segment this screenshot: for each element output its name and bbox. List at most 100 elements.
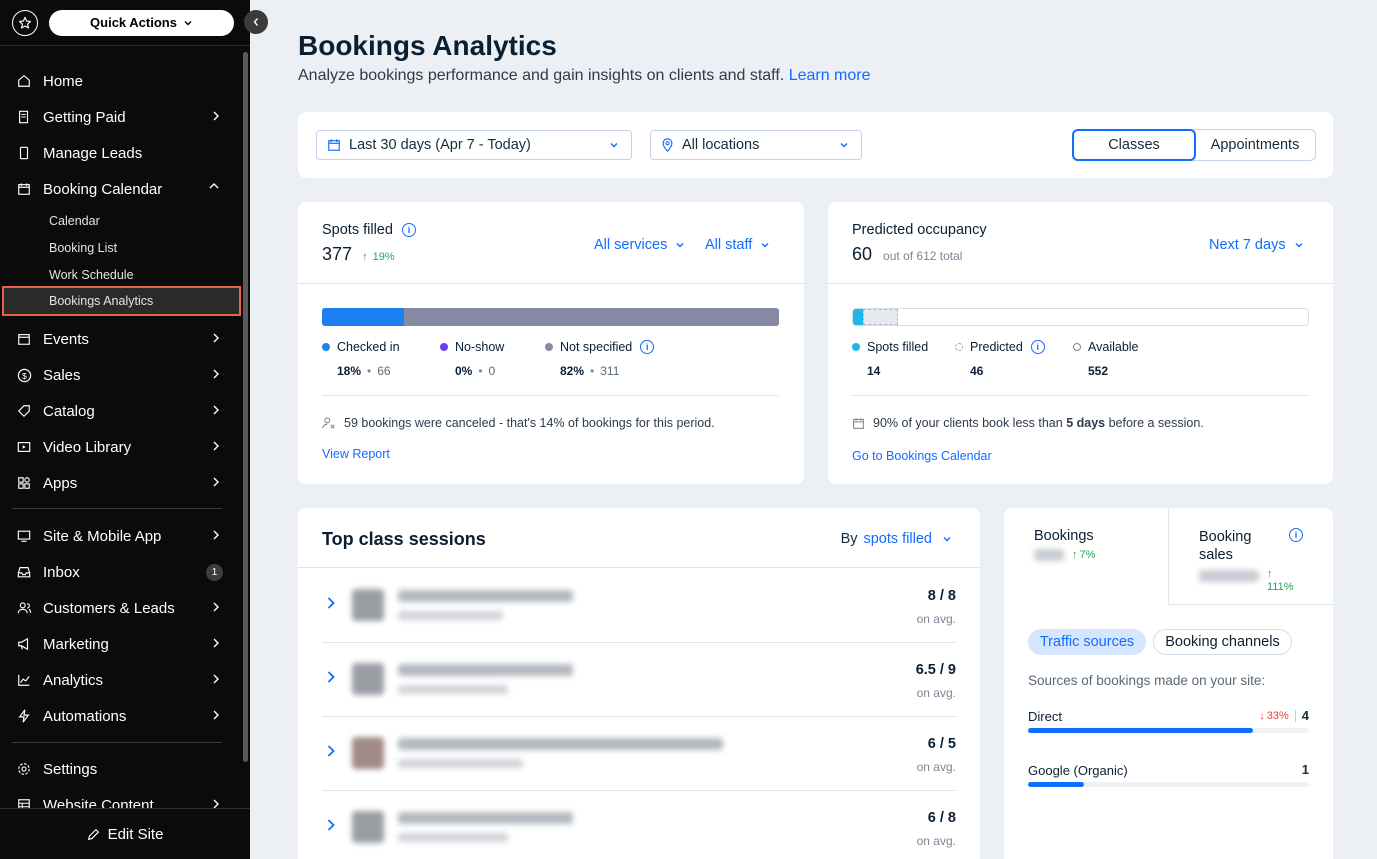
sidebar-item-settings[interactable]: Settings [0, 751, 240, 787]
divider [852, 395, 1309, 396]
chevron-down-icon [184, 20, 192, 25]
tab-traffic-sources[interactable]: Traffic sources [1028, 629, 1146, 655]
chevron-right-icon[interactable] [326, 818, 336, 832]
learn-more-link[interactable]: Learn more [789, 67, 871, 84]
legend-available: Available [1073, 340, 1139, 354]
staff-dropdown[interactable]: All staff [705, 237, 770, 253]
go-to-bookings-calendar-link[interactable]: Go to Bookings Calendar [852, 449, 992, 463]
note-text: 90% of your clients book less than 5 day… [873, 416, 1204, 430]
top-sessions-title: Top class sessions [322, 529, 486, 549]
favorites-star-icon[interactable] [12, 9, 38, 36]
sidebar-item-marketing[interactable]: Marketing [0, 626, 240, 662]
sidebar-item-video-library[interactable]: Video Library [0, 429, 240, 465]
session-thumbnail [352, 589, 384, 621]
legend-value-not-specified: 82% • 311 [560, 364, 620, 378]
spots-filled-value-row: 377 ↑ 19% [322, 244, 395, 265]
sidebar-item-catalog[interactable]: Catalog [0, 393, 240, 429]
session-thumbnail [352, 663, 384, 695]
sidebar-subitem-booking-list[interactable]: Booking List [0, 234, 240, 261]
info-icon[interactable]: i [401, 223, 416, 238]
quick-actions-button[interactable]: Quick Actions [49, 9, 234, 36]
date-range-dropdown[interactable]: Last 30 days (Apr 7 - Today) [316, 130, 632, 160]
note-pct: 90% [873, 416, 899, 430]
sidebar-subitem-bookings-analytics[interactable]: Bookings Analytics [2, 286, 241, 316]
location-dropdown[interactable]: All locations [650, 130, 862, 160]
chevron-up-icon [209, 183, 219, 189]
sidebar-item-label: Sales [43, 366, 81, 384]
session-spots: 6 / 5 [927, 736, 956, 752]
sidebar-item-sales[interactable]: $ Sales [0, 357, 240, 393]
chevron-right-icon[interactable] [326, 596, 336, 610]
sidebar-subitem-label: Work Schedule [49, 267, 134, 282]
tab-booking-sales[interactable]: Booking sales i ↑ 111% [1168, 508, 1333, 605]
table-row[interactable]: 6.5 / 9 on avg. [322, 643, 956, 717]
sidebar-subitem-work-schedule[interactable]: Work Schedule [0, 261, 240, 288]
sort-by-dropdown[interactable]: By spots filled [841, 531, 952, 547]
chevron-right-icon[interactable] [326, 744, 336, 758]
svg-text:$: $ [22, 370, 27, 380]
divider [322, 395, 779, 396]
sidebar-item-home[interactable]: Home [0, 63, 240, 99]
date-range-value: Last 30 days (Apr 7 - Today) [349, 137, 531, 153]
top-class-sessions-card: Top class sessions By spots filled 8 / 8… [298, 508, 980, 859]
avg-label: on avg. [916, 834, 956, 848]
bookings-change: 7% [1079, 549, 1096, 561]
tab-bookings[interactable]: Bookings ↑ 7% [1004, 508, 1169, 605]
apps-icon [16, 475, 32, 491]
services-dropdown-value: All services [594, 237, 668, 253]
sidebar-subitem-label: Calendar [49, 213, 100, 228]
sidebar-item-label: Site & Mobile App [43, 527, 162, 545]
sidebar-item-analytics[interactable]: Analytics [0, 662, 240, 698]
chevron-down-icon [610, 143, 618, 148]
info-icon[interactable]: i [640, 340, 655, 354]
view-report-link[interactable]: View Report [322, 447, 390, 461]
sort-by-value: spots filled [863, 531, 932, 547]
sidebar-item-events[interactable]: Events [0, 321, 240, 357]
chevron-right-icon [213, 333, 219, 343]
sales-value-redacted [1199, 570, 1259, 582]
legend-label: Not specified [560, 340, 633, 354]
session-name-redacted [398, 664, 573, 676]
spots-filled-value: 377 [322, 244, 353, 264]
sidebar-item-getting-paid[interactable]: Getting Paid [0, 99, 240, 135]
sidebar-item-booking-calendar[interactable]: Booking Calendar [0, 171, 240, 207]
sidebar-item-apps[interactable]: Apps [0, 465, 240, 501]
source-row-google-organic: Google (Organic) 1 [1028, 762, 1309, 787]
video-icon [16, 439, 32, 455]
table-row[interactable]: 6 / 5 on avg. [322, 717, 956, 791]
collapse-sidebar-button[interactable] [244, 10, 268, 34]
bookings-value-redacted [1034, 549, 1064, 561]
table-row[interactable]: 8 / 8 on avg. [322, 569, 956, 643]
info-icon[interactable]: i [1289, 528, 1303, 542]
source-bar-fill [1028, 782, 1085, 787]
sidebar-item-automations[interactable]: Automations [0, 698, 240, 734]
chevron-right-icon[interactable] [326, 670, 336, 684]
sidebar-item-manage-leads[interactable]: Manage Leads [0, 135, 240, 171]
sidebar-scrollbar[interactable] [243, 52, 248, 762]
sidebar-item-site-mobile-app[interactable]: Site & Mobile App [0, 518, 240, 554]
legend-pct: 82% [560, 364, 585, 378]
tag-icon [16, 403, 32, 419]
edit-site-button[interactable]: Edit Site [0, 808, 250, 859]
info-icon[interactable]: i [1030, 340, 1045, 354]
chevron-right-icon [213, 405, 219, 415]
sidebar-item-customers-leads[interactable]: Customers & Leads [0, 590, 240, 626]
occupancy-total: out of 612 total [883, 249, 963, 263]
sidebar-item-inbox[interactable]: Inbox 1 [0, 554, 240, 590]
page-title: Bookings Analytics [298, 30, 557, 61]
site-icon [16, 528, 32, 544]
source-stats: ↓ 33% 4 [1259, 708, 1309, 723]
tab-appointments[interactable]: Appointments [1195, 130, 1315, 160]
arrow-up-icon: ↑ [362, 251, 368, 263]
sidebar-item-label: Manage Leads [43, 144, 143, 162]
period-dropdown[interactable]: Next 7 days [1209, 237, 1304, 253]
sidebar-subitem-calendar[interactable]: Calendar [0, 207, 240, 234]
sources-title: Sources of bookings made on your site: [1028, 673, 1266, 688]
table-row[interactable]: 6 / 8 on avg. [322, 791, 956, 859]
services-dropdown[interactable]: All services [594, 237, 685, 253]
session-name-redacted [398, 812, 573, 824]
note-days: 5 days [1066, 416, 1106, 430]
mobile-icon [16, 145, 32, 161]
tab-booking-channels[interactable]: Booking channels [1153, 629, 1292, 655]
tab-classes[interactable]: Classes [1072, 129, 1196, 161]
